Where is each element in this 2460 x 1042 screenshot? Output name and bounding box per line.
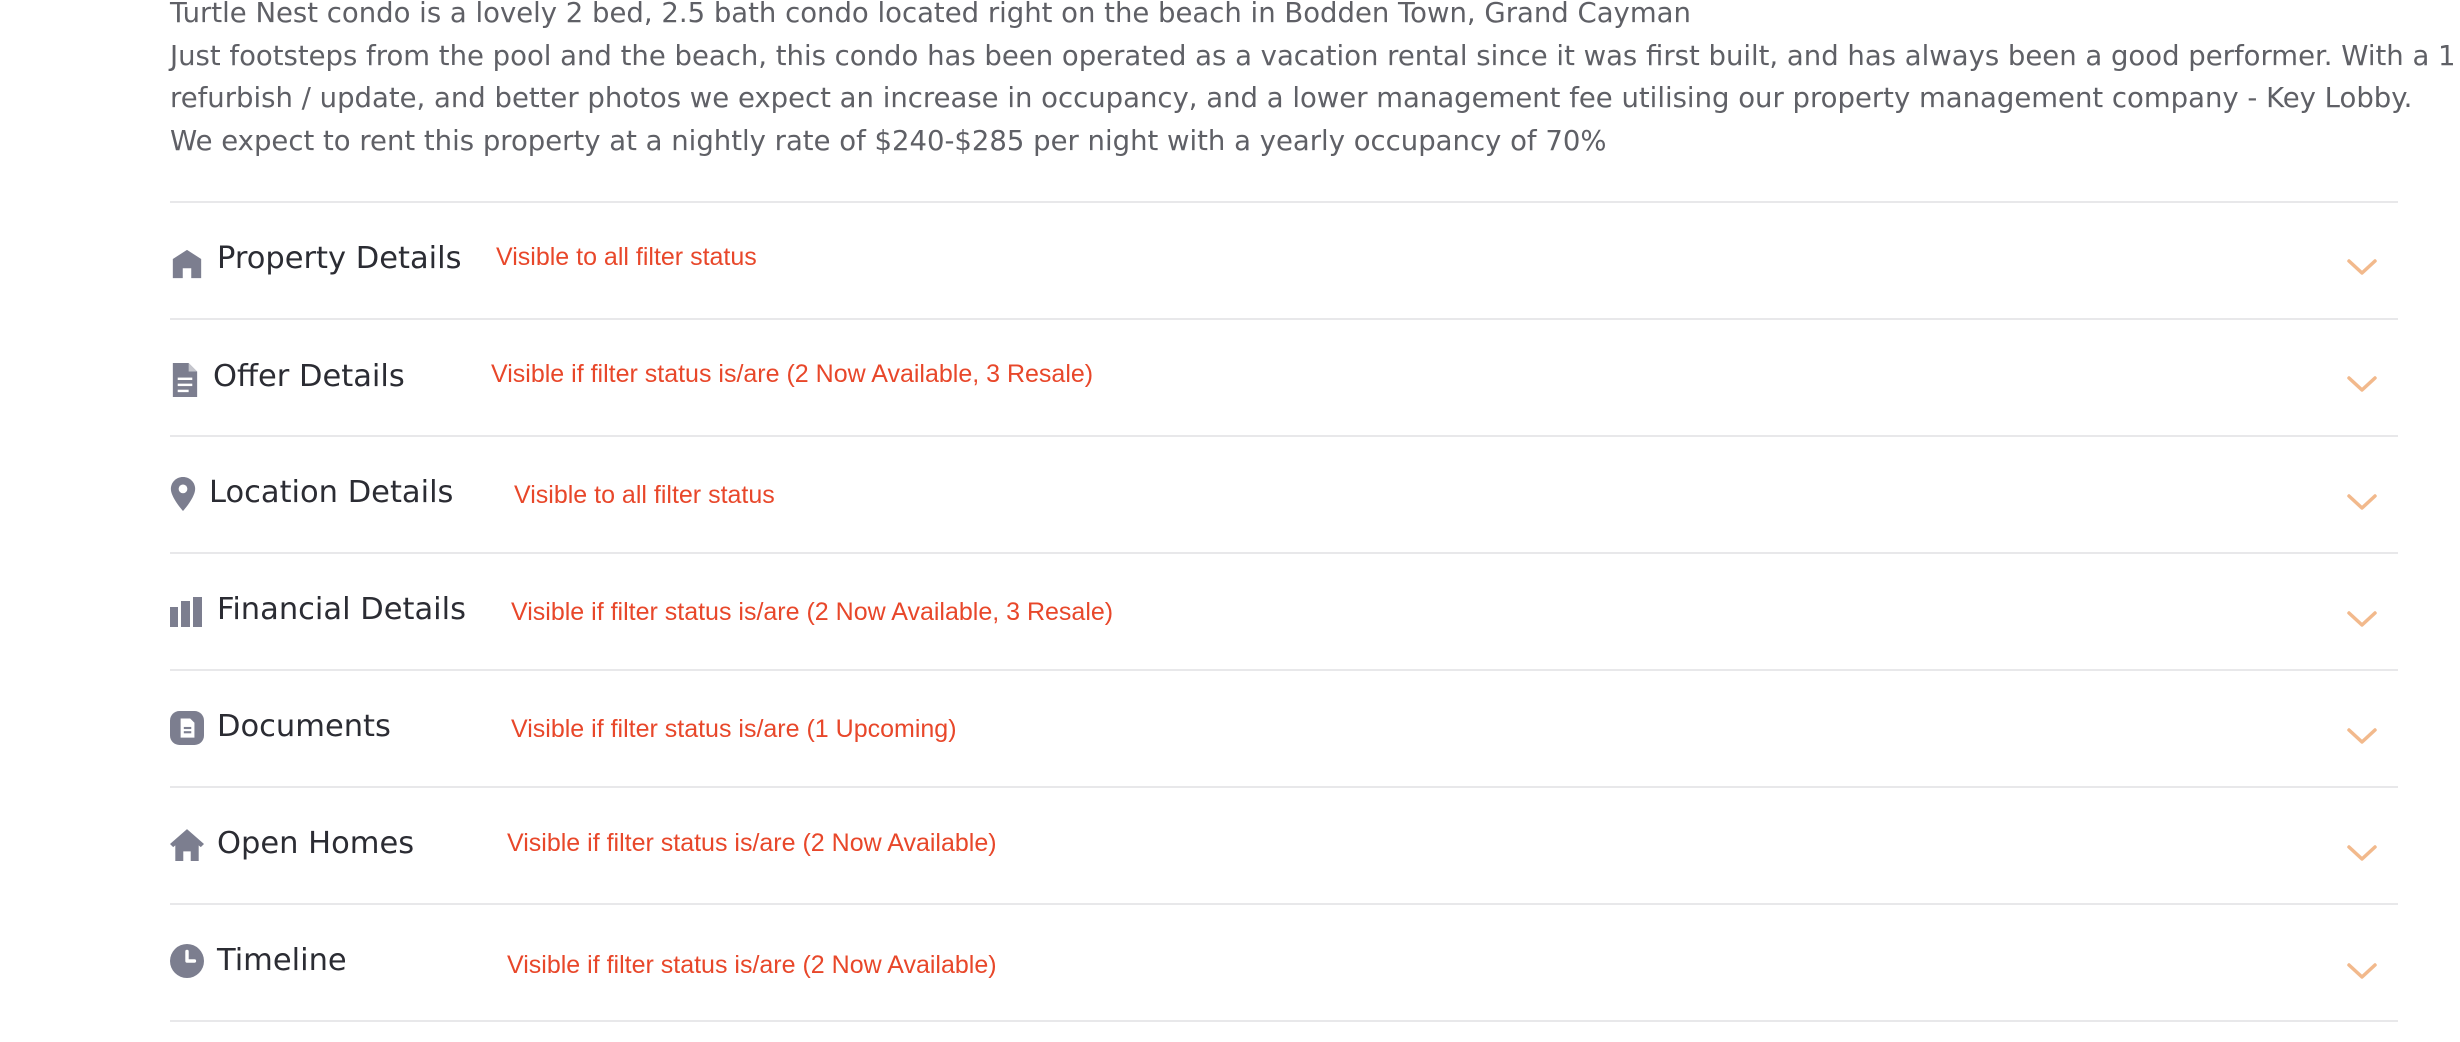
chevron-down-icon[interactable] [2346,961,2378,981]
section-title: Documents [217,709,391,744]
house-icon [170,828,204,862]
visibility-note: Visible to all filter status [514,481,775,509]
bar-chart-icon [170,595,202,629]
chevron-down-icon[interactable] [2346,374,2378,394]
chevron-down-icon[interactable] [2346,843,2378,863]
chevron-down-icon[interactable] [2346,492,2378,512]
section-timeline[interactable]: Timeline Visible if filter status is/are… [170,905,2398,1022]
section-documents[interactable]: Documents Visible if filter status is/ar… [170,671,2398,788]
section-title: Open Homes [217,826,415,861]
section-title: Offer Details [213,359,405,394]
section-title: Financial Details [217,592,466,627]
section-title: Timeline [217,943,347,978]
visibility-note: Visible if filter status is/are (2 Now A… [507,951,997,979]
chevron-down-icon[interactable] [2346,257,2378,277]
home-icon [170,247,204,281]
section-financial-details[interactable]: Financial Details Visible if filter stat… [170,554,2398,671]
visibility-note: Visible if filter status is/are (2 Now A… [507,829,997,857]
description-line: refurbish / update, and better photos we… [170,82,2413,114]
document-icon [170,363,200,397]
visibility-note: Visible if filter status is/are (2 Now A… [511,598,1114,626]
section-title: Property Details [217,241,462,276]
description-line: Turtle Nest condo is a lovely 2 bed, 2.5… [170,0,1691,29]
section-property-details[interactable]: Property Details Visible to all filter s… [170,203,2398,320]
section-location-details[interactable]: Location Details Visible to all filter s… [170,437,2398,554]
file-badge-icon [170,711,204,745]
details-accordion: Property Details Visible to all filter s… [170,201,2398,1022]
visibility-note: Visible if filter status is/are (2 Now A… [491,360,1094,388]
section-title: Location Details [209,475,454,510]
section-offer-details[interactable]: Offer Details Visible if filter status i… [170,320,2398,437]
property-description: Turtle Nest condo is a lovely 2 bed, 2.5… [170,0,2460,162]
visibility-note: Visible if filter status is/are (1 Upcom… [511,715,957,743]
description-line: Just footsteps from the pool and the bea… [170,39,2460,72]
map-pin-icon [170,477,196,511]
visibility-note: Visible to all filter status [496,243,757,271]
section-open-homes[interactable]: Open Homes Visible if filter status is/a… [170,788,2398,905]
property-page: Turtle Nest condo is a lovely 2 bed, 2.5… [0,0,2460,1042]
description-line: We expect to rent this property at a nig… [170,124,1607,157]
chevron-down-icon[interactable] [2346,726,2378,746]
clock-icon [170,944,204,978]
chevron-down-icon[interactable] [2346,609,2378,629]
